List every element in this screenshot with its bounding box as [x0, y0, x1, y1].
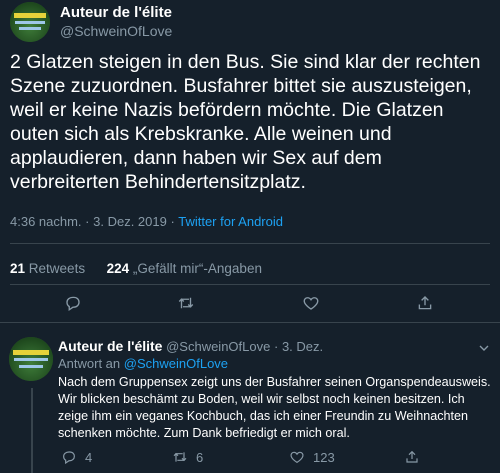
- tweet-date[interactable]: 3. Dez. 2019: [93, 214, 167, 229]
- retweets-stat[interactable]: 21 Retweets: [10, 261, 85, 276]
- reply-to-handle[interactable]: @SchweinOfLove: [124, 356, 228, 371]
- author-name[interactable]: Auteur de l'élite: [60, 4, 172, 21]
- reply-reply-button[interactable]: 4: [61, 449, 92, 465]
- reply-to-label: Antwort an: [58, 356, 121, 371]
- reply-share-button[interactable]: [404, 449, 428, 465]
- share-icon: [406, 450, 418, 463]
- reply-icon: [66, 296, 80, 312]
- retweets-label: Retweets: [28, 261, 86, 276]
- share-button[interactable]: [414, 292, 436, 314]
- meta-separator: ·: [85, 214, 90, 229]
- retweet-button[interactable]: [175, 292, 197, 314]
- thread-line: [31, 388, 33, 473]
- tweet-meta: 4:36 nachm. · 3. Dez. 2019 · Twitter for…: [10, 214, 283, 229]
- reply-icon: [63, 451, 75, 465]
- reply-to: Antwort an @SchweinOfLove: [58, 356, 228, 371]
- reply-author-name[interactable]: Auteur de l'élite: [58, 338, 162, 354]
- tweet-text: 2 Glatzen steigen in den Bus. Sie sind k…: [10, 51, 481, 193]
- divider: [0, 322, 500, 323]
- retweets-count: 21: [10, 261, 26, 276]
- like-icon: [303, 297, 319, 310]
- meta-separator: ·: [273, 339, 279, 354]
- like-count: 123: [313, 449, 335, 465]
- reply-text: Nach dem Gruppensex zeigt uns der Busfah…: [58, 375, 491, 440]
- reply-button[interactable]: [62, 292, 84, 314]
- avatar[interactable]: [10, 2, 50, 42]
- likes-count: 224: [106, 261, 130, 276]
- divider: [10, 284, 490, 285]
- like-button[interactable]: [300, 292, 322, 314]
- reply-like-button[interactable]: 123: [289, 449, 335, 465]
- reply-retweet-button[interactable]: 6: [172, 449, 203, 465]
- tweet-source[interactable]: Twitter for Android: [178, 214, 283, 229]
- likes-label: „Gefällt mir“-Angaben: [132, 261, 262, 276]
- reply-date[interactable]: 3. Dez.: [282, 339, 323, 354]
- tweet-stats: 21 Retweets 224 „Gefällt mir“-Angaben: [10, 261, 262, 276]
- reply-header: Auteur de l'élite @SchweinOfLove · 3. De…: [58, 338, 323, 354]
- reply-count: 4: [85, 449, 93, 465]
- like-icon: [290, 451, 304, 464]
- retweet-icon: [173, 452, 187, 462]
- retweet-icon: [178, 297, 194, 309]
- share-icon: [418, 296, 432, 310]
- likes-stat[interactable]: 224 „Gefällt mir“-Angaben: [107, 261, 262, 276]
- retweet-count: 6: [196, 449, 204, 465]
- avatar[interactable]: [9, 337, 53, 381]
- tweet-time[interactable]: 4:36 nachm.: [10, 214, 82, 229]
- meta-separator: ·: [170, 214, 175, 229]
- divider: [10, 243, 490, 244]
- chevron-down-icon[interactable]: [476, 340, 492, 356]
- author-handle[interactable]: @SchweinOfLove: [60, 23, 172, 39]
- reply-author-handle[interactable]: @SchweinOfLove: [166, 339, 270, 354]
